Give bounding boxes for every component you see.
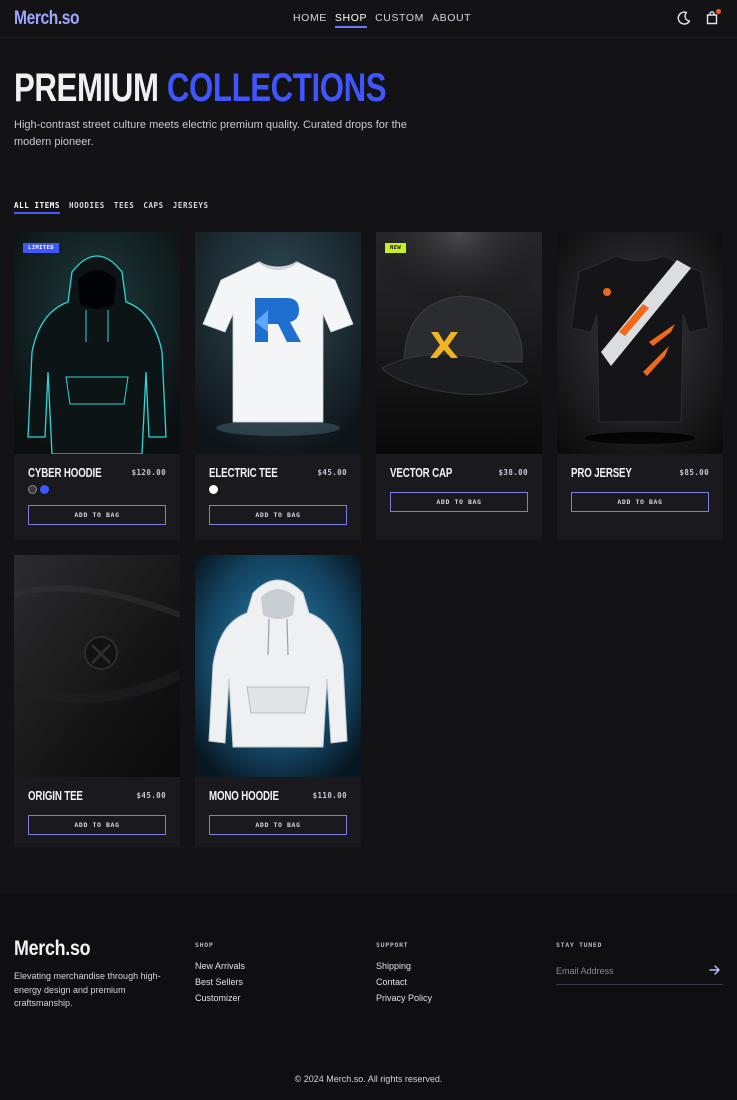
add-to-bag-button[interactable]: ADD TO BAG [28, 505, 166, 525]
site-logo[interactable]: Merch.so [14, 8, 80, 30]
site-footer: Merch.so Elevating merchandise through h… [0, 893, 737, 1100]
filter-all-items[interactable]: ALL ITEMS [14, 201, 61, 214]
filter-hoodies[interactable]: HOODIES [69, 201, 105, 214]
page-title: PREMIUM COLLECTIONS [14, 66, 387, 111]
footer-link-best-sellers[interactable]: Best Sellers [195, 974, 245, 990]
footer-link-contact[interactable]: Contact [376, 974, 432, 990]
nav-shop[interactable]: SHOP [334, 12, 368, 28]
product-image-electric-tee[interactable] [195, 232, 361, 454]
add-to-bag-button[interactable]: ADD TO BAG [209, 505, 347, 525]
footer-shop-heading: SHOP [195, 941, 214, 949]
footer-support-column: SUPPORT Shipping Contact Privacy Policy [376, 941, 432, 1006]
product-image-origin-tee[interactable] [14, 555, 180, 777]
footer-support-heading: SUPPORT [376, 941, 409, 949]
footer-logo[interactable]: Merch.so [14, 937, 91, 961]
title-word-collections: COLLECTIONS [166, 66, 387, 110]
add-to-bag-button[interactable]: ADD TO BAG [28, 815, 166, 835]
product-price: $120.00 [131, 468, 166, 477]
nav-custom[interactable]: CUSTOM [375, 12, 424, 28]
product-card-cyber-hoodie[interactable]: LIMITED CYBER HOODIE $120.00 ADD TO BAG [14, 232, 180, 540]
product-image-vector-cap[interactable]: NEW [376, 232, 542, 454]
badge-limited: LIMITED [23, 243, 59, 253]
product-name: ORIGIN TEE [28, 789, 83, 803]
product-price: $45.00 [136, 791, 166, 800]
add-to-bag-button[interactable]: ADD TO BAG [209, 815, 347, 835]
title-word-premium: PREMIUM [14, 66, 159, 110]
product-card-pro-jersey[interactable]: PRO JERSEY $85.00 ADD TO BAG [557, 232, 723, 540]
footer-link-privacy-policy[interactable]: Privacy Policy [376, 990, 432, 1006]
swatch-white[interactable] [209, 485, 218, 494]
product-name: PRO JERSEY [571, 466, 632, 480]
color-swatches [28, 485, 49, 494]
nav-about[interactable]: ABOUT [432, 12, 471, 28]
product-card-mono-hoodie[interactable]: MONO HOODIE $110.00 ADD TO BAG [195, 555, 361, 847]
footer-link-shipping[interactable]: Shipping [376, 958, 432, 974]
product-card-origin-tee[interactable]: ORIGIN TEE $45.00 ADD TO BAG [14, 555, 180, 847]
main-nav: HOME SHOP CUSTOM ABOUT [293, 12, 471, 28]
add-to-bag-button[interactable]: ADD TO BAG [571, 492, 709, 512]
arrow-right-icon[interactable] [709, 963, 721, 975]
swatch-charcoal[interactable] [28, 485, 37, 494]
color-swatches [209, 485, 218, 494]
badge-new: NEW [385, 243, 407, 253]
swatch-blue[interactable] [40, 485, 49, 494]
footer-description: Elevating merchandise through high-energ… [14, 971, 161, 1008]
footer-shop-column: SHOP New Arrivals Best Sellers Customize… [195, 941, 245, 1006]
filter-caps[interactable]: CAPS [143, 201, 163, 214]
newsletter-heading: STAY TUNED [556, 941, 603, 949]
filter-jerseys[interactable]: JERSEYS [173, 201, 209, 214]
footer-link-new-arrivals[interactable]: New Arrivals [195, 958, 245, 974]
hero-subtitle: High-contrast street culture meets elect… [14, 119, 407, 148]
product-image-mono-hoodie[interactable] [195, 555, 361, 777]
top-navigation-bar: Merch.so HOME SHOP CUSTOM ABOUT [0, 0, 737, 38]
product-image-cyber-hoodie[interactable]: LIMITED [14, 232, 180, 454]
product-name: VECTOR CAP [390, 466, 453, 480]
product-price: $38.00 [498, 468, 528, 477]
cart-notification-dot [716, 9, 721, 14]
product-price: $85.00 [679, 468, 709, 477]
product-name: ELECTRIC TEE [209, 466, 278, 480]
footer-link-customizer[interactable]: Customizer [195, 990, 245, 1006]
product-card-vector-cap[interactable]: NEW VECTOR CAP $38.00 ADD TO BAG [376, 232, 542, 540]
product-price: $45.00 [317, 468, 347, 477]
product-name: MONO HOODIE [209, 789, 279, 803]
product-image-pro-jersey[interactable] [557, 232, 723, 454]
category-filter-tabs: ALL ITEMS HOODIES TEES CAPS JERSEYS [14, 201, 209, 214]
email-field[interactable] [556, 963, 696, 979]
product-card-electric-tee[interactable]: ELECTRIC TEE $45.00 ADD TO BAG [195, 232, 361, 540]
shopping-bag-icon[interactable] [704, 9, 721, 26]
moon-icon[interactable] [676, 10, 692, 26]
filter-tees[interactable]: TEES [114, 201, 134, 214]
nav-home[interactable]: HOME [293, 12, 327, 28]
newsletter-form [556, 959, 723, 985]
product-price: $110.00 [312, 791, 347, 800]
add-to-bag-button[interactable]: ADD TO BAG [390, 492, 528, 512]
footer-newsletter-column: STAY TUNED [556, 941, 602, 958]
copyright-text: © 2024 Merch.so. All rights reserved. [294, 1074, 443, 1084]
product-name: CYBER HOODIE [28, 466, 102, 480]
